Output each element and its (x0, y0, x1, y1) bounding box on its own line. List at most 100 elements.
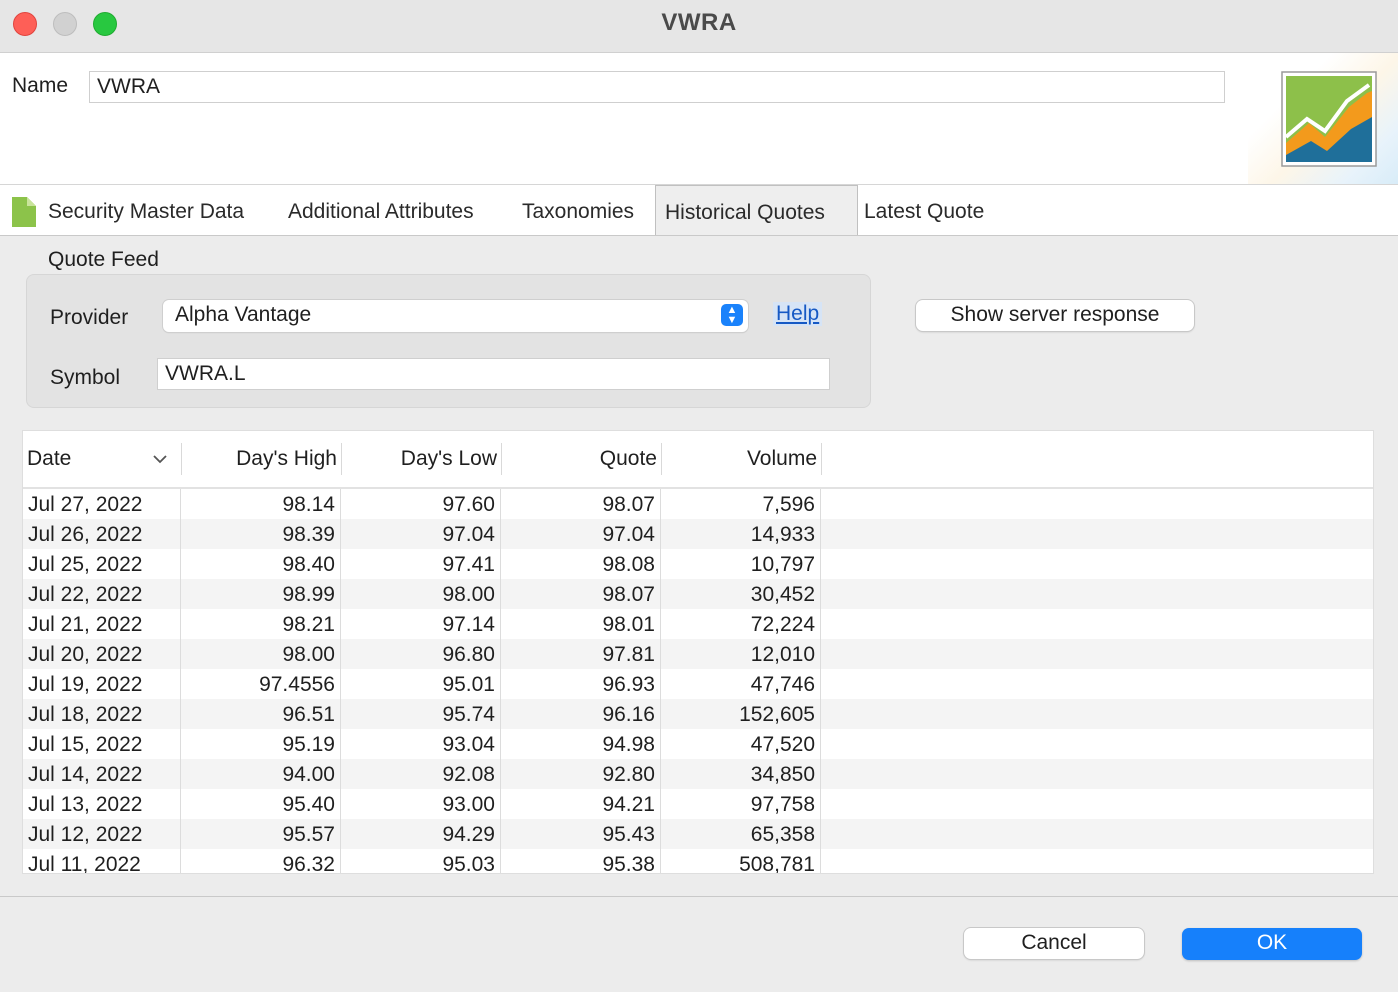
tab-taxonomies[interactable]: Taxonomies (522, 185, 634, 235)
cell-volume: 97,758 (661, 789, 821, 819)
cell-days-high: 98.40 (181, 549, 341, 579)
table-row[interactable]: Jul 15, 2022 95.19 93.04 94.98 47,520 (23, 729, 1373, 759)
cell-quote: 96.16 (501, 699, 661, 729)
table-row[interactable]: Jul 25, 2022 98.40 97.41 98.08 10,797 (23, 549, 1373, 579)
table-row[interactable]: Jul 14, 2022 94.00 92.08 92.80 34,850 (23, 759, 1373, 789)
cell-days-low: 95.03 (341, 849, 501, 873)
tab-historical-quotes[interactable]: Historical Quotes (655, 185, 858, 235)
cell-date: Jul 13, 2022 (23, 789, 181, 819)
table-row[interactable]: Jul 13, 2022 95.40 93.00 94.21 97,758 (23, 789, 1373, 819)
cell-days-low: 97.04 (341, 519, 501, 549)
table-header: Date Day's High Day's Low Quote Volume (23, 431, 1373, 489)
help-link[interactable]: Help (773, 302, 823, 326)
cell-days-low: 97.14 (341, 609, 501, 639)
cell-quote: 98.07 (501, 489, 661, 519)
tab-additional-attributes[interactable]: Additional Attributes (288, 185, 474, 235)
document-icon (12, 197, 36, 227)
cell-days-low: 93.00 (341, 789, 501, 819)
quote-feed-title: Quote Feed (48, 248, 159, 271)
tab-latest-quote[interactable]: Latest Quote (864, 185, 984, 235)
cell-days-high: 98.21 (181, 609, 341, 639)
cancel-button[interactable]: Cancel (964, 928, 1144, 959)
cell-days-low: 92.08 (341, 759, 501, 789)
table-row[interactable]: Jul 11, 2022 96.32 95.03 95.38 508,781 (23, 849, 1373, 873)
historical-quotes-table[interactable]: Date Day's High Day's Low Quote Volume J… (22, 430, 1374, 874)
cell-quote: 98.01 (501, 609, 661, 639)
cell-days-high: 94.00 (181, 759, 341, 789)
cell-days-high: 95.40 (181, 789, 341, 819)
cell-date: Jul 15, 2022 (23, 729, 181, 759)
cell-days-high: 95.57 (181, 819, 341, 849)
cell-volume: 65,358 (661, 819, 821, 849)
cell-date: Jul 27, 2022 (23, 489, 181, 519)
column-header-days-high[interactable]: Day's High (181, 431, 341, 487)
cell-volume: 508,781 (661, 849, 821, 873)
tab-bar: Security Master Data Additional Attribut… (0, 185, 1398, 236)
chart-logo-icon (1281, 71, 1377, 167)
chevron-down-icon[interactable] (152, 454, 168, 464)
name-label: Name (12, 74, 69, 97)
cell-quote: 98.08 (501, 549, 661, 579)
cell-date: Jul 11, 2022 (23, 849, 181, 873)
cell-days-high: 98.39 (181, 519, 341, 549)
cell-days-low: 94.29 (341, 819, 501, 849)
cell-date: Jul 12, 2022 (23, 819, 181, 849)
cell-volume: 72,224 (661, 609, 821, 639)
show-server-response-button[interactable]: Show server response (916, 300, 1194, 331)
chevron-up-down-icon: ▲ ▼ (721, 304, 743, 326)
name-input[interactable] (89, 71, 1225, 103)
cell-quote: 94.21 (501, 789, 661, 819)
table-row[interactable]: Jul 12, 2022 95.57 94.29 95.43 65,358 (23, 819, 1373, 849)
table-row[interactable]: Jul 27, 2022 98.14 97.60 98.07 7,596 (23, 489, 1373, 519)
provider-label: Provider (50, 306, 129, 329)
cell-days-high: 95.19 (181, 729, 341, 759)
table-row[interactable]: Jul 19, 2022 97.4556 95.01 96.93 47,746 (23, 669, 1373, 699)
cell-volume: 12,010 (661, 639, 821, 669)
table-body: Jul 27, 2022 98.14 97.60 98.07 7,596 Jul 26, … (23, 489, 1373, 873)
tab-security-master-data[interactable]: Security Master Data (48, 185, 244, 235)
cell-quote: 94.98 (501, 729, 661, 759)
cell-date: Jul 20, 2022 (23, 639, 181, 669)
cell-volume: 30,452 (661, 579, 821, 609)
table-row[interactable]: Jul 21, 2022 98.21 97.14 98.01 72,224 (23, 609, 1373, 639)
provider-select[interactable]: Alpha Vantage ▲ ▼ (163, 300, 748, 332)
cell-days-low: 95.01 (341, 669, 501, 699)
cell-quote: 97.81 (501, 639, 661, 669)
cell-date: Jul 26, 2022 (23, 519, 181, 549)
cell-date: Jul 18, 2022 (23, 699, 181, 729)
table-row[interactable]: Jul 26, 2022 98.39 97.04 97.04 14,933 (23, 519, 1373, 549)
table-row[interactable]: Jul 20, 2022 98.00 96.80 97.81 12,010 (23, 639, 1373, 669)
cell-days-low: 93.04 (341, 729, 501, 759)
cell-date: Jul 19, 2022 (23, 669, 181, 699)
table-row[interactable]: Jul 22, 2022 98.99 98.00 98.07 30,452 (23, 579, 1373, 609)
cell-days-low: 97.60 (341, 489, 501, 519)
cell-volume: 14,933 (661, 519, 821, 549)
column-header-volume[interactable]: Volume (661, 431, 821, 487)
cell-days-high: 98.99 (181, 579, 341, 609)
cell-days-high: 98.00 (181, 639, 341, 669)
cell-days-high: 96.51 (181, 699, 341, 729)
cell-volume: 10,797 (661, 549, 821, 579)
table-row[interactable]: Jul 18, 2022 96.51 95.74 96.16 152,605 (23, 699, 1373, 729)
cell-date: Jul 22, 2022 (23, 579, 181, 609)
symbol-input[interactable] (157, 358, 830, 390)
cell-days-high: 98.14 (181, 489, 341, 519)
cell-days-high: 97.4556 (181, 669, 341, 699)
cell-days-low: 95.74 (341, 699, 501, 729)
ok-button[interactable]: OK (1182, 928, 1362, 960)
cell-volume: 34,850 (661, 759, 821, 789)
cell-volume: 47,746 (661, 669, 821, 699)
cell-date: Jul 21, 2022 (23, 609, 181, 639)
column-header-days-low[interactable]: Day's Low (341, 431, 501, 487)
cell-volume: 152,605 (661, 699, 821, 729)
cell-days-high: 96.32 (181, 849, 341, 873)
column-separator[interactable] (821, 443, 822, 475)
cell-volume: 47,520 (661, 729, 821, 759)
column-header-quote[interactable]: Quote (501, 431, 661, 487)
cell-quote: 92.80 (501, 759, 661, 789)
symbol-label: Symbol (50, 366, 121, 389)
cell-quote: 98.07 (501, 579, 661, 609)
cell-date: Jul 14, 2022 (23, 759, 181, 789)
provider-value: Alpha Vantage (175, 303, 312, 326)
logo-area (1248, 53, 1398, 184)
